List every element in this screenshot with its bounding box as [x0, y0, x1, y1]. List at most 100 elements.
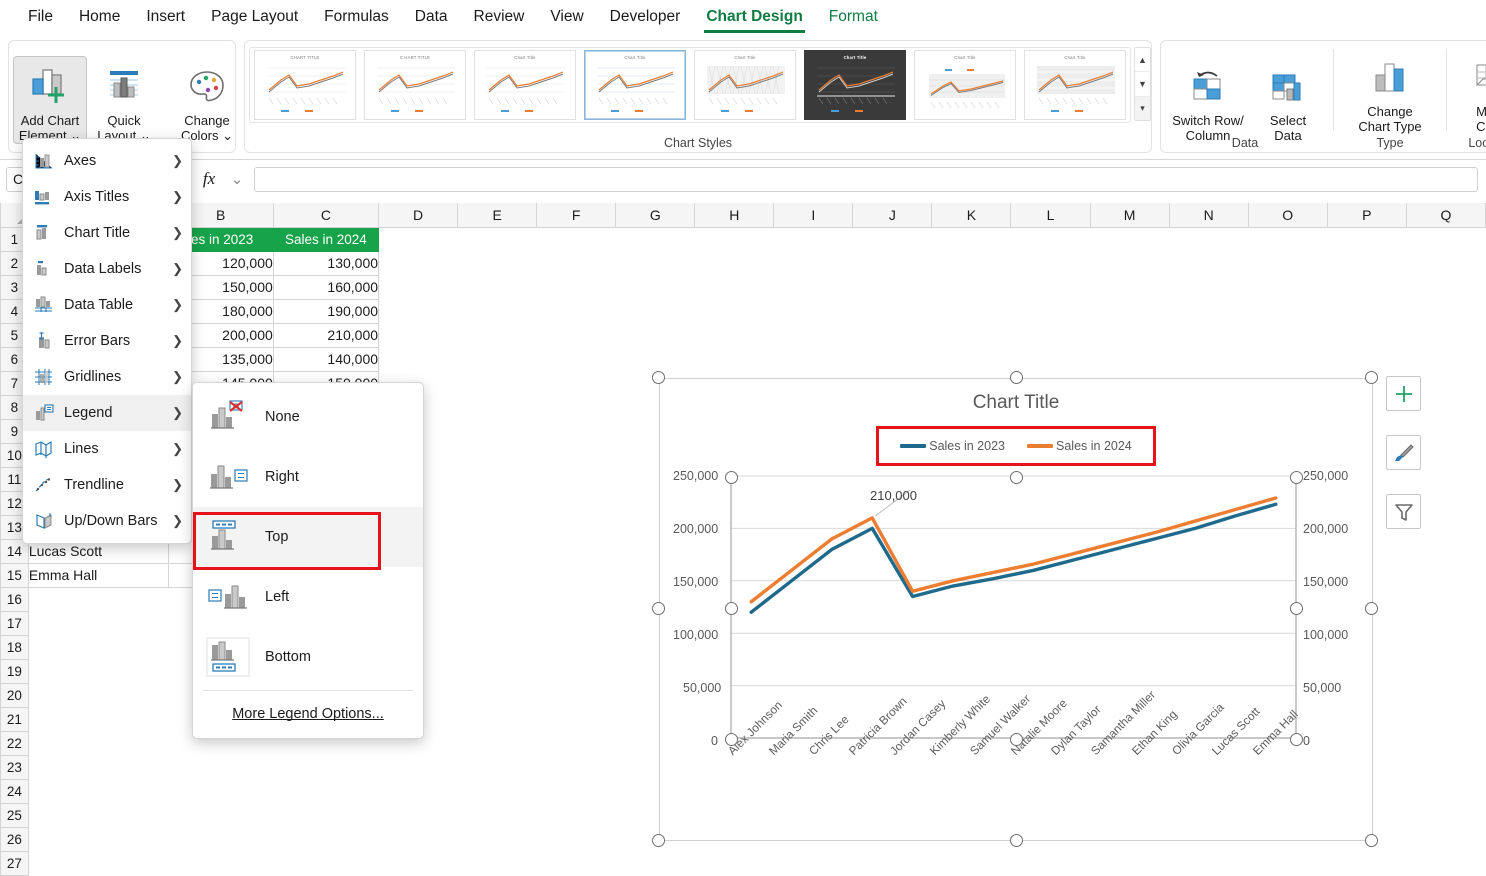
cell-K5[interactable] [932, 323, 1011, 347]
cell-I5[interactable] [774, 323, 853, 347]
resize-handle-sw[interactable] [652, 834, 665, 847]
column-header-i[interactable]: I [774, 203, 853, 227]
cell-E25[interactable] [458, 803, 537, 827]
menu-item-trendline[interactable]: Trendline❯ [23, 467, 191, 503]
cell-I4[interactable] [774, 299, 853, 323]
cell-G1[interactable] [616, 227, 695, 251]
chart-filters-button[interactable] [1386, 494, 1421, 529]
row-header-22[interactable]: 22 [1, 731, 29, 755]
cell-E17[interactable] [458, 611, 537, 635]
cell-F11[interactable] [537, 467, 616, 491]
menu-item-gridlines[interactable]: Gridlines❯ [23, 359, 191, 395]
cell-E26[interactable] [458, 827, 537, 851]
cell-N1[interactable] [1169, 227, 1248, 251]
plot-handle-w[interactable] [725, 602, 738, 615]
menu-item-axes[interactable]: Axes❯ [23, 143, 191, 179]
cell-E15[interactable] [458, 563, 537, 587]
cell-F1[interactable] [537, 227, 616, 251]
cell-J1[interactable] [853, 227, 932, 251]
gallery-scroll-down-button[interactable]: ▼ [1135, 72, 1150, 96]
cell-P27[interactable] [1327, 851, 1406, 875]
row-header-24[interactable]: 24 [1, 779, 29, 803]
cell-Q21[interactable] [1406, 707, 1485, 731]
cell-J5[interactable] [853, 323, 932, 347]
cell-K4[interactable] [932, 299, 1011, 323]
cell-I2[interactable] [774, 251, 853, 275]
cell-E27[interactable] [458, 851, 537, 875]
cell-O3[interactable] [1248, 275, 1327, 299]
cell-B24[interactable] [168, 779, 273, 803]
cell-E23[interactable] [458, 755, 537, 779]
chart-style-thumbnail[interactable]: Chart Title [474, 50, 576, 120]
cell-L2[interactable] [1011, 251, 1090, 275]
add-chart-element-button[interactable]: Add Chart Element ⌄ [13, 56, 87, 144]
cell-H4[interactable] [695, 299, 774, 323]
cell-P1[interactable] [1327, 227, 1406, 251]
cell-M3[interactable] [1090, 275, 1169, 299]
cell-F27[interactable] [537, 851, 616, 875]
cell-A26[interactable] [28, 827, 168, 851]
cell-Q19[interactable] [1406, 659, 1485, 683]
cell-I27[interactable] [774, 851, 853, 875]
cell-D1[interactable] [379, 227, 458, 251]
ribbon-tab-formulas[interactable]: Formulas [314, 4, 399, 33]
cell-Q6[interactable] [1406, 347, 1485, 371]
column-header-f[interactable]: F [537, 203, 616, 227]
column-header-g[interactable]: G [616, 203, 695, 227]
cell-K1[interactable] [932, 227, 1011, 251]
menu-item-data-labels[interactable]: Data Labels❯ [23, 251, 191, 287]
cell-L4[interactable] [1011, 299, 1090, 323]
cell-F2[interactable] [537, 251, 616, 275]
cell-O2[interactable] [1248, 251, 1327, 275]
cell-F13[interactable] [537, 515, 616, 539]
cell-D25[interactable] [379, 803, 458, 827]
more-legend-options-item[interactable]: More Legend Options... [193, 694, 423, 734]
cell-D3[interactable] [379, 275, 458, 299]
ribbon-tab-data[interactable]: Data [405, 4, 458, 33]
cell-Q26[interactable] [1406, 827, 1485, 851]
cell-Q17[interactable] [1406, 611, 1485, 635]
cell-E10[interactable] [458, 443, 537, 467]
cell-O27[interactable] [1248, 851, 1327, 875]
cell-L27[interactable] [1011, 851, 1090, 875]
chart-style-thumbnail[interactable]: C HART TITLE [364, 50, 466, 120]
resize-handle-se[interactable] [1365, 834, 1378, 847]
cell-Q24[interactable] [1406, 779, 1485, 803]
plot-handle-n[interactable] [1010, 471, 1023, 484]
ribbon-tab-chart-design[interactable]: Chart Design [696, 4, 812, 33]
cell-Q18[interactable] [1406, 635, 1485, 659]
cell-F15[interactable] [537, 563, 616, 587]
cell-D23[interactable] [379, 755, 458, 779]
cell-F18[interactable] [537, 635, 616, 659]
cell-A27[interactable] [28, 851, 168, 875]
row-header-21[interactable]: 21 [1, 707, 29, 731]
cell-D5[interactable] [379, 323, 458, 347]
chart-style-thumbnail[interactable]: Chart Title [694, 50, 796, 120]
cell-M6[interactable] [1090, 347, 1169, 371]
cell-Q15[interactable] [1406, 563, 1485, 587]
cell-E4[interactable] [458, 299, 537, 323]
menu-item-up-down-bars[interactable]: Up/Down Bars❯ [23, 503, 191, 539]
cell-E20[interactable] [458, 683, 537, 707]
chart-style-thumbnail[interactable]: Chart Title [914, 50, 1016, 120]
cell-N3[interactable] [1169, 275, 1248, 299]
resize-handle-ne[interactable] [1365, 371, 1378, 384]
cell-A24[interactable] [28, 779, 168, 803]
cell-P6[interactable] [1327, 347, 1406, 371]
chart-object[interactable]: Chart Title Sales in 2023 Sales in 2024 … [659, 378, 1373, 841]
row-header-17[interactable]: 17 [1, 611, 29, 635]
cell-E19[interactable] [458, 659, 537, 683]
insert-function-icon[interactable]: fx [198, 169, 220, 189]
menu-item-legend[interactable]: Legend❯ [23, 395, 191, 431]
cell-H3[interactable] [695, 275, 774, 299]
cell-F23[interactable] [537, 755, 616, 779]
cell-N27[interactable] [1169, 851, 1248, 875]
legend-option-bottom[interactable]: Bottom [193, 627, 423, 687]
cell-F26[interactable] [537, 827, 616, 851]
cell-P3[interactable] [1327, 275, 1406, 299]
cell-G4[interactable] [616, 299, 695, 323]
change-colors-button[interactable]: Change Colors ⌄ [170, 56, 244, 144]
row-header-18[interactable]: 18 [1, 635, 29, 659]
cell-Q25[interactable] [1406, 803, 1485, 827]
cell-O4[interactable] [1248, 299, 1327, 323]
